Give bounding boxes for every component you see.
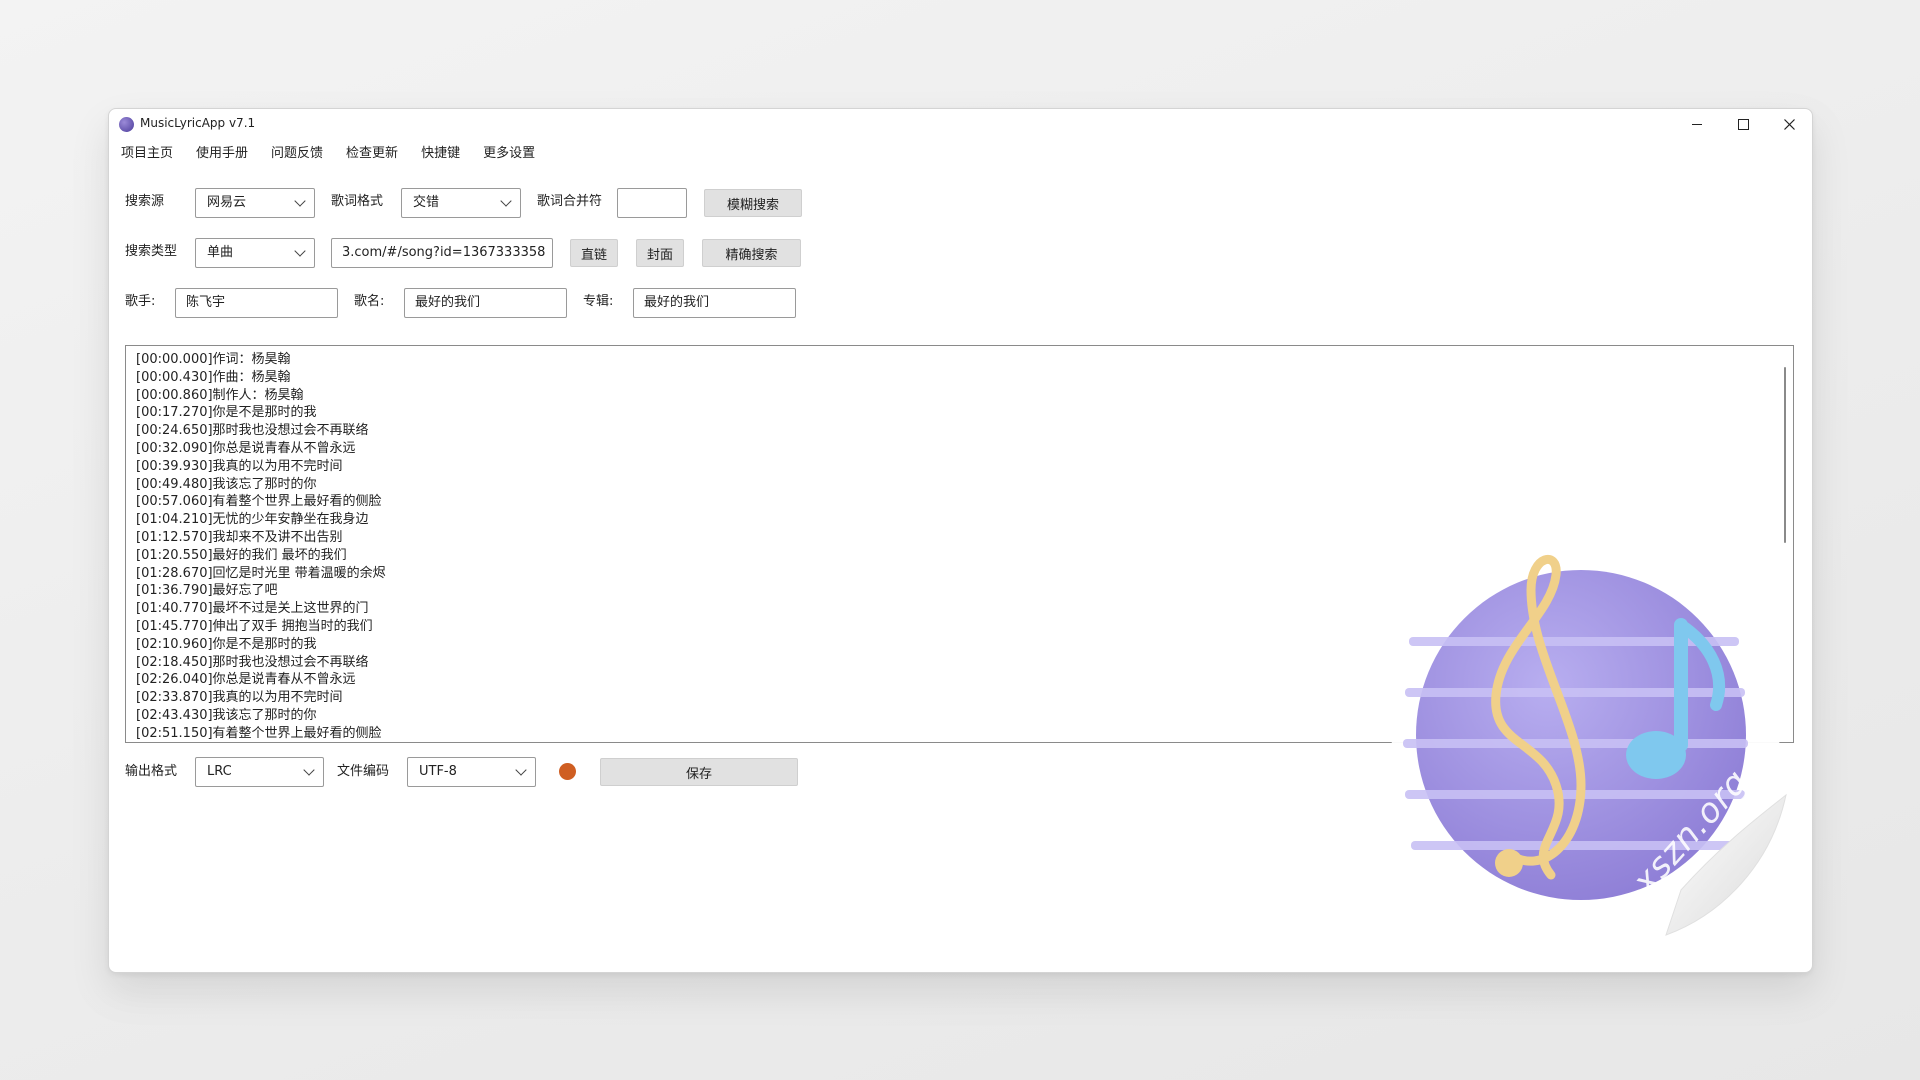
lyrics-scrollbar[interactable] bbox=[1784, 367, 1786, 543]
fuzzy-search-button[interactable]: 模糊搜索 bbox=[704, 189, 802, 217]
chevron-down-icon bbox=[303, 764, 315, 776]
menu-project-home[interactable]: 项目主页 bbox=[121, 145, 173, 165]
lyric-line: [00:39.930]我真的以为用不完时间 bbox=[136, 458, 343, 474]
minimize-icon bbox=[1692, 123, 1702, 125]
singer-label: 歌手: bbox=[125, 294, 156, 309]
lyric-line: [00:49.480]我该忘了那时的你 bbox=[136, 476, 317, 492]
chevron-down-icon bbox=[500, 195, 512, 207]
search-type-value: 单曲 bbox=[207, 245, 234, 260]
maximize-icon bbox=[1737, 118, 1749, 130]
search-type-label: 搜索类型 bbox=[125, 244, 178, 259]
lyric-line: [02:26.040]你总是说青春从不曾永远 bbox=[136, 672, 356, 688]
file-encoding-select[interactable]: UTF-8 bbox=[407, 757, 536, 787]
chevron-down-icon bbox=[515, 764, 527, 776]
lyric-line: [02:10.960]你是不是那时的我 bbox=[136, 636, 317, 652]
lyric-line: [00:00.430]作曲：杨昊翰 bbox=[136, 369, 291, 385]
cover-button[interactable]: 封面 bbox=[636, 239, 684, 267]
lyric-line: [00:32.090]你总是说青春从不曾永远 bbox=[136, 441, 356, 456]
file-encoding-label: 文件编码 bbox=[337, 764, 390, 779]
lyric-format-value: 交错 bbox=[413, 195, 440, 210]
lyric-line: [01:20.550]最好的我们 最坏的我们 bbox=[136, 547, 347, 563]
title-bar[interactable]: MusicLyricApp v7.1 bbox=[109, 109, 1812, 139]
app-logo-icon bbox=[119, 117, 134, 132]
chevron-down-icon bbox=[294, 195, 306, 207]
output-format-value: LRC bbox=[207, 764, 232, 779]
lyric-line: [00:17.270]你是不是那时的我 bbox=[136, 405, 317, 421]
search-type-select[interactable]: 单曲 bbox=[195, 238, 315, 268]
lyric-line: [00:24.650]那时我也没想过会不再联络 bbox=[136, 423, 369, 439]
minimize-button[interactable] bbox=[1674, 109, 1720, 139]
lyric-line: [01:12.570]我却来不及讲不出告别 bbox=[136, 530, 343, 545]
album-label: 专辑: bbox=[583, 294, 614, 309]
search-source-select[interactable]: 网易云 bbox=[195, 188, 315, 218]
lyric-line: [02:51.150]有着整个世界上最好看的侧脸 bbox=[136, 725, 382, 741]
window-title: MusicLyricApp v7.1 bbox=[140, 116, 256, 130]
lyric-line: [01:45.770]伸出了双手 拥抱当时的我们 bbox=[136, 619, 373, 634]
lyric-merge-input[interactable] bbox=[617, 188, 687, 218]
lyric-line: [02:33.870]我真的以为用不完时间 bbox=[136, 690, 343, 706]
save-button[interactable]: 保存 bbox=[600, 758, 798, 786]
lyric-line: [02:43.430]我该忘了那时的你 bbox=[136, 708, 317, 723]
lyric-line: [02:18.450]那时我也没想过会不再联络 bbox=[136, 654, 369, 670]
lyric-line: [01:40.770]最坏不过是关上这世界的门 bbox=[136, 601, 369, 617]
close-button[interactable] bbox=[1766, 109, 1812, 139]
maximize-button[interactable] bbox=[1720, 109, 1766, 139]
lyric-line: [00:00.000]作词：杨昊翰 bbox=[136, 352, 291, 367]
file-encoding-value: UTF-8 bbox=[419, 764, 457, 779]
menu-more-settings[interactable]: 更多设置 bbox=[483, 145, 535, 165]
singer-input[interactable]: 陈飞宇 bbox=[175, 288, 338, 318]
album-input[interactable]: 最好的我们 bbox=[633, 288, 796, 318]
lyric-format-select[interactable]: 交错 bbox=[401, 188, 521, 218]
search-source-label: 搜索源 bbox=[125, 194, 165, 209]
song-name-input[interactable]: 最好的我们 bbox=[404, 288, 567, 318]
song-url-input[interactable]: 3.com/#/song?id=1367333358 bbox=[331, 238, 553, 268]
output-format-select[interactable]: LRC bbox=[195, 757, 324, 787]
lyric-line: [00:00.860]制作人：杨昊翰 bbox=[136, 387, 304, 403]
menu-user-manual[interactable]: 使用手册 bbox=[196, 145, 248, 165]
lyric-line: [01:36.790]最好忘了吧 bbox=[136, 583, 278, 599]
lyrics-textarea[interactable]: [00:00.000]作词：杨昊翰 [00:00.430]作曲：杨昊翰 [00:00… bbox=[125, 345, 1794, 743]
app-window: MusicLyricApp v7.1 项目主页 使用手册 问题反馈 检查更新 快… bbox=[108, 108, 1813, 973]
menu-check-update[interactable]: 检查更新 bbox=[346, 145, 398, 165]
lyric-line: [00:57.060]有着整个世界上最好看的侧脸 bbox=[136, 494, 382, 510]
output-format-label: 输出格式 bbox=[125, 764, 178, 779]
exact-search-button[interactable]: 精确搜索 bbox=[702, 239, 801, 267]
chevron-down-icon bbox=[294, 245, 306, 257]
close-icon bbox=[1783, 118, 1795, 130]
lyric-merge-label: 歌词合并符 bbox=[537, 194, 603, 209]
direct-link-button[interactable]: 直链 bbox=[570, 239, 618, 267]
lyric-format-label: 歌词格式 bbox=[331, 194, 384, 209]
lyric-line: [01:28.670]回忆是时光里 带着温暖的余烬 bbox=[136, 565, 386, 581]
menu-feedback[interactable]: 问题反馈 bbox=[271, 145, 323, 165]
song-name-label: 歌名: bbox=[354, 294, 385, 309]
search-source-value: 网易云 bbox=[207, 195, 247, 210]
lyric-line: [01:04.210]无忧的少年安静坐在我身边 bbox=[136, 512, 369, 528]
menu-shortcuts[interactable]: 快捷键 bbox=[421, 145, 460, 165]
menu-bar: 项目主页 使用手册 问题反馈 检查更新 快捷键 更多设置 bbox=[121, 145, 558, 165]
status-indicator bbox=[559, 763, 576, 780]
